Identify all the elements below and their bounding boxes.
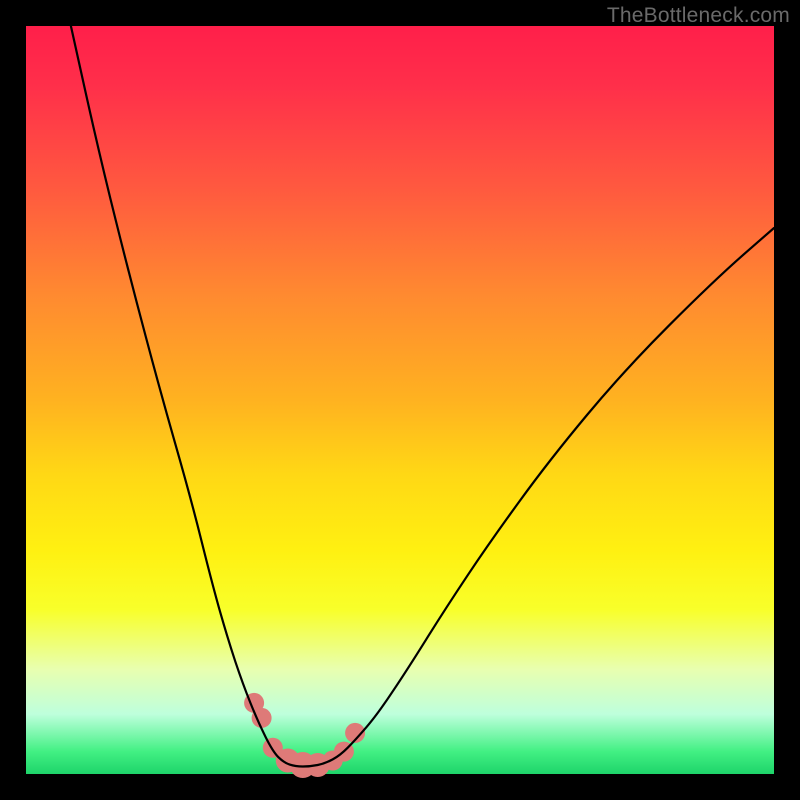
watermark-text: TheBottleneck.com: [607, 4, 790, 28]
bottleneck-curve-svg: [26, 26, 774, 774]
marker-cluster: [244, 693, 365, 778]
chart-frame: TheBottleneck.com: [0, 0, 800, 800]
plot-area: [26, 26, 774, 774]
bottleneck-curve: [71, 26, 774, 767]
